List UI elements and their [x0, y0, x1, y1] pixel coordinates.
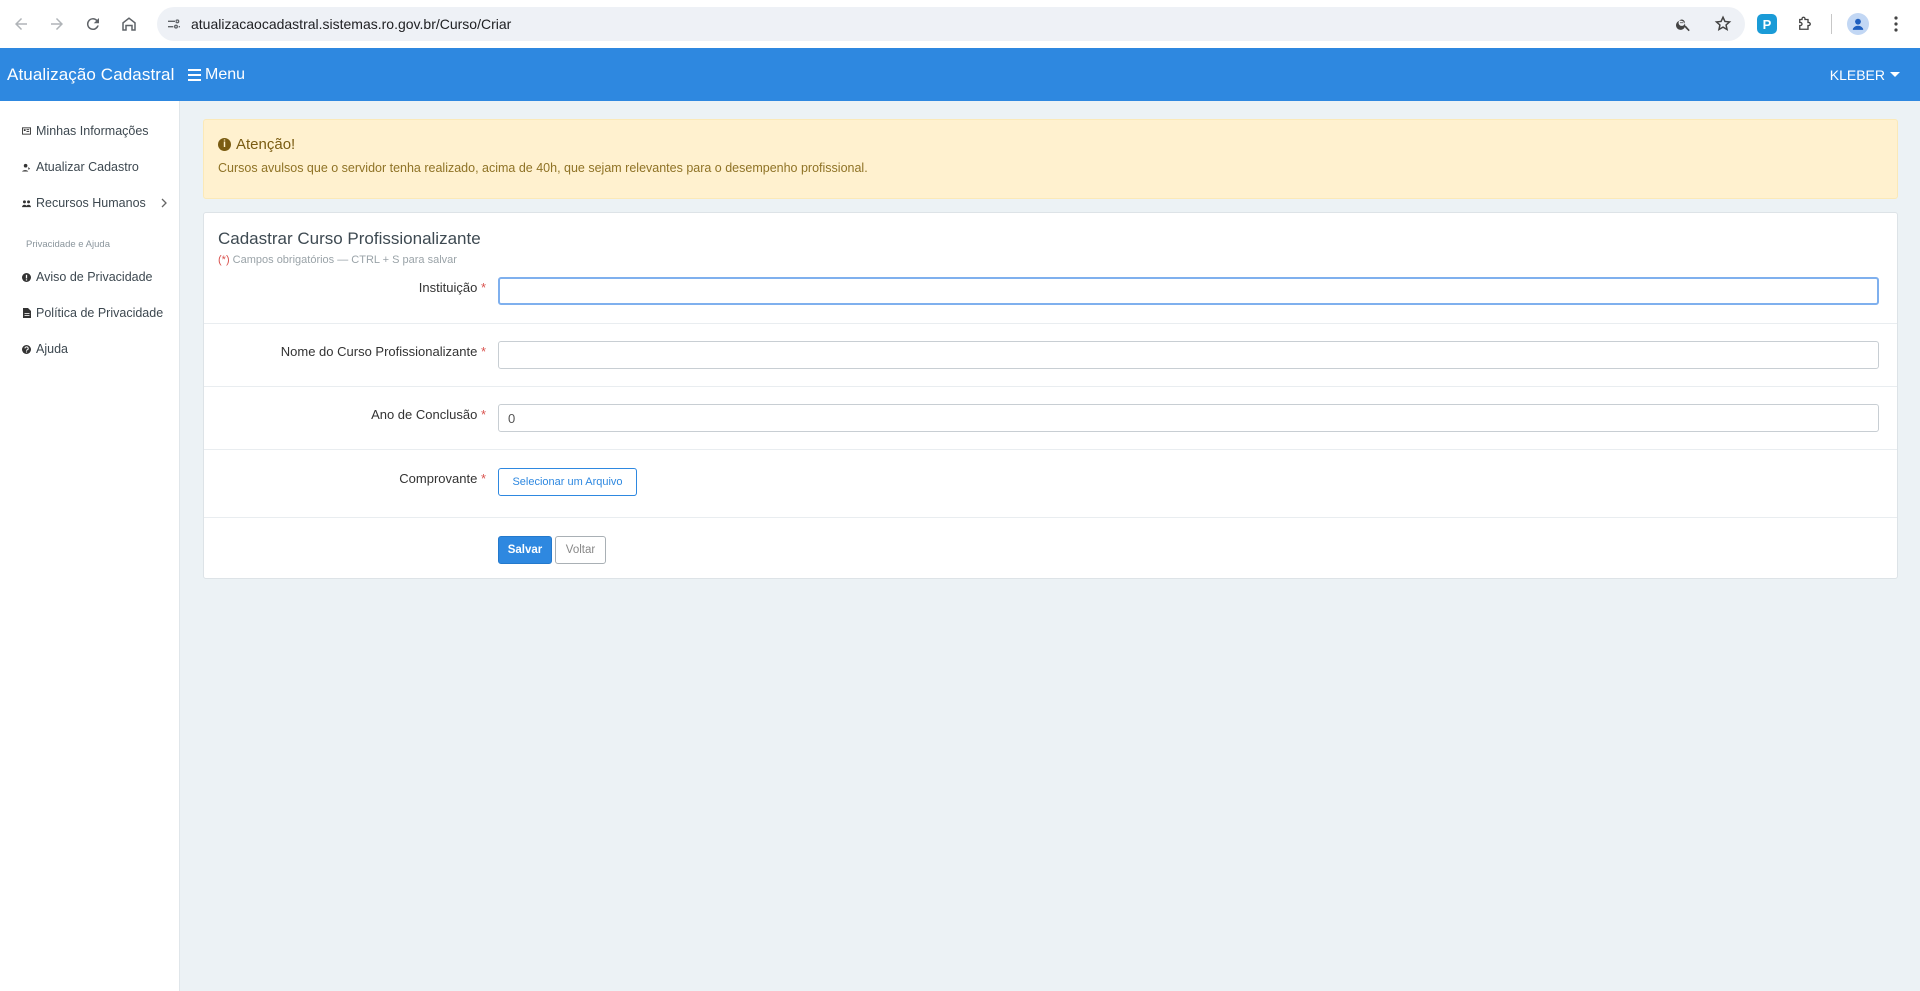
question-circle-icon — [22, 344, 31, 354]
select-file-button[interactable]: Selecionar um Arquivo — [498, 468, 637, 496]
sidebar-item-label: Recursos Humanos — [36, 196, 146, 210]
instituicao-input[interactable] — [498, 277, 1879, 305]
toolbar-divider — [1831, 14, 1832, 34]
nome-curso-input[interactable] — [498, 341, 1879, 369]
profile-avatar-icon[interactable] — [1842, 7, 1874, 41]
row-nome-curso: Nome do Curso Profissionalizante * — [204, 324, 1897, 387]
row-ano-conclusao: Ano de Conclusão * — [204, 387, 1897, 450]
file-icon — [22, 308, 31, 318]
ano-conclusao-label: Ano de Conclusão * — [371, 407, 486, 422]
field-label: Comprovante — [399, 471, 478, 486]
nome-curso-label: Nome do Curso Profissionalizante * — [281, 344, 486, 359]
course-form-card: Cadastrar Curso Profissionalizante (*) C… — [203, 212, 1898, 579]
back-arrow-icon[interactable] — [3, 6, 39, 42]
row-comprovante: Comprovante * Selecionar um Arquivo — [204, 450, 1897, 518]
caret-down-icon — [1890, 72, 1900, 77]
field-label: Instituição — [418, 280, 478, 295]
sidebar-item-minhas-informacoes[interactable]: Minhas Informações — [0, 113, 179, 149]
alert-text: Cursos avulsos que o servidor tenha real… — [218, 161, 868, 175]
back-button[interactable]: Voltar — [555, 536, 606, 564]
browser-toolbar: atualizacaocadastral.sistemas.ro.gov.br/… — [0, 0, 1920, 48]
user-edit-icon — [22, 163, 31, 172]
user-name: KLEBER — [1829, 66, 1885, 83]
ano-conclusao-input[interactable] — [498, 404, 1879, 432]
required-star: * — [480, 280, 486, 295]
url-text: atualizacaocadastral.sistemas.ro.gov.br/… — [191, 16, 512, 32]
menu-label: Menu — [205, 65, 246, 83]
attention-alert: i Atenção! Cursos avulsos que o servidor… — [203, 119, 1898, 199]
users-icon — [22, 199, 31, 208]
app-brand[interactable]: Atualização Cadastral — [0, 65, 180, 85]
sidebar-item-label: Minhas Informações — [36, 124, 149, 138]
sidebar-item-ajuda[interactable]: Ajuda — [0, 331, 179, 367]
user-menu[interactable]: KLEBER — [1830, 67, 1920, 83]
app-header: Atualização Cadastral Menu KLEBER — [0, 48, 1920, 101]
browser-menu-kebab-icon[interactable] — [1880, 7, 1912, 41]
forward-arrow-icon[interactable] — [39, 6, 75, 42]
chevron-right-icon — [161, 196, 168, 211]
required-star: * — [480, 344, 486, 359]
sidebar-item-recursos-humanos[interactable]: Recursos Humanos — [0, 185, 179, 221]
reload-icon[interactable] — [75, 6, 111, 42]
home-icon[interactable] — [111, 6, 147, 42]
row-instituicao: Instituição * — [204, 263, 1897, 324]
extension-p-icon[interactable]: P — [1751, 7, 1783, 41]
sidebar-item-aviso-privacidade[interactable]: Aviso de Privacidade — [0, 259, 179, 295]
comprovante-label: Comprovante * — [399, 471, 486, 486]
sidebar-item-politica-privacidade[interactable]: Política de Privacidade — [0, 295, 179, 331]
sidebar-item-label: Ajuda — [36, 342, 68, 356]
field-label: Nome do Curso Profissionalizante — [280, 344, 478, 359]
sidebar-section-heading: Privacidade e Ajuda — [26, 239, 110, 250]
bookmark-star-icon[interactable] — [1707, 7, 1739, 41]
required-star: * — [480, 407, 486, 422]
sidebar-item-label: Aviso de Privacidade — [36, 270, 153, 284]
id-card-icon — [22, 127, 31, 136]
zoom-icon[interactable] — [1667, 7, 1699, 41]
save-button[interactable]: Salvar — [498, 536, 552, 564]
sidebar-item-atualizar-cadastro[interactable]: Atualizar Cadastro — [0, 149, 179, 185]
site-settings-icon[interactable] — [157, 16, 191, 32]
sidebar: Minhas Informações Atualizar Cadastro Re… — [0, 101, 180, 991]
alert-title-text: Atenção! — [236, 136, 296, 153]
instituicao-label: Instituição * — [419, 280, 486, 295]
hamburger-icon — [188, 68, 201, 81]
extensions-puzzle-icon[interactable] — [1789, 7, 1821, 41]
required-star: * — [480, 471, 486, 486]
alert-title: i Atenção! — [218, 136, 1883, 153]
address-bar[interactable]: atualizacaocadastral.sistemas.ro.gov.br/… — [157, 7, 1745, 41]
exclamation-circle-icon — [22, 272, 31, 282]
menu-toggle-button[interactable]: Menu — [180, 66, 245, 84]
form-title: Cadastrar Curso Profissionalizante — [218, 229, 481, 248]
field-label: Ano de Conclusão — [371, 407, 478, 422]
info-icon: i — [218, 138, 231, 151]
sidebar-item-label: Atualizar Cadastro — [36, 160, 139, 174]
row-actions: Salvar Voltar — [204, 518, 1897, 578]
sidebar-item-label: Política de Privacidade — [36, 306, 164, 320]
browser-right-tools: P — [1751, 7, 1912, 41]
